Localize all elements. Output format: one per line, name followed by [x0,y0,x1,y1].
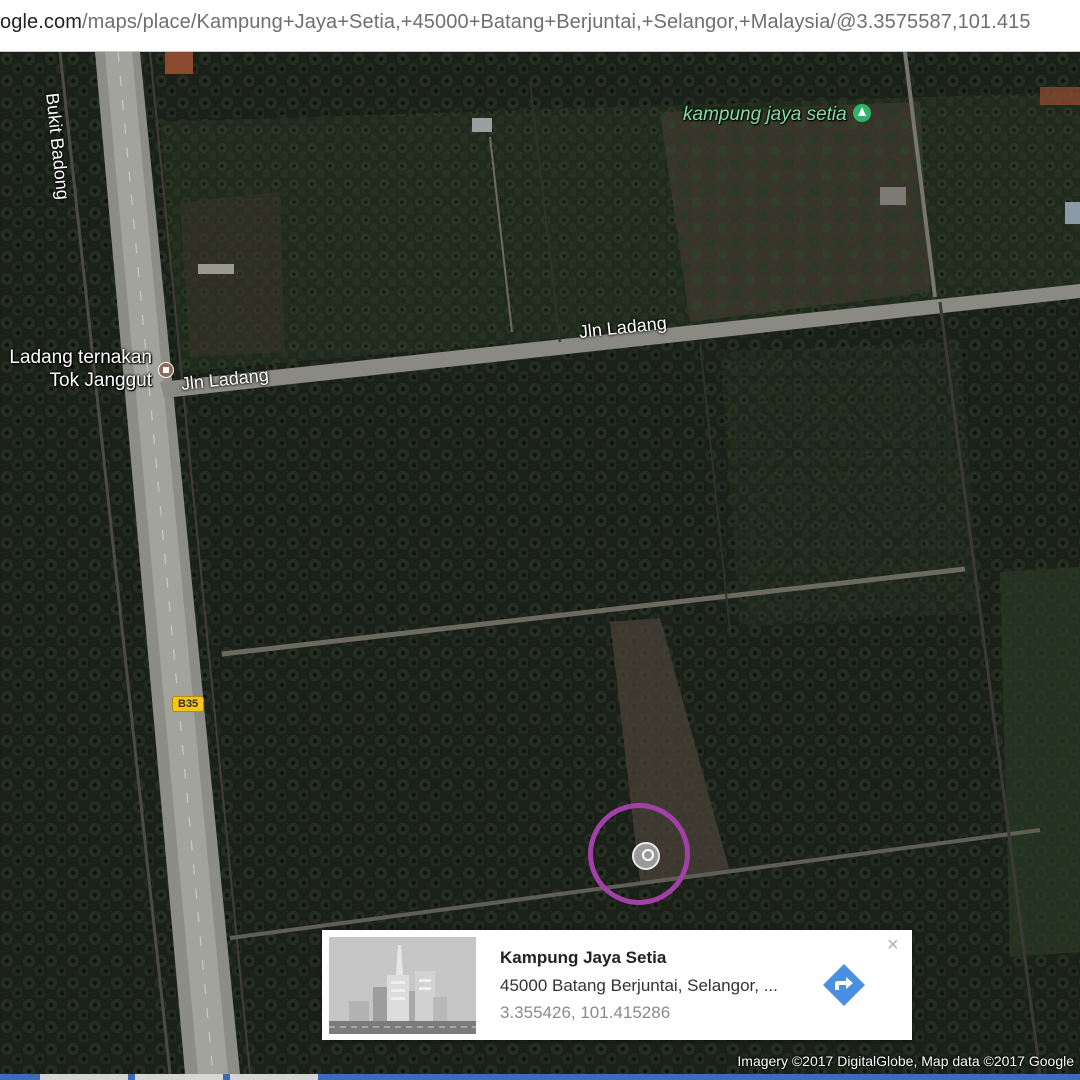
route-shield-b35: B35 [172,696,205,712]
poi-label-line2: Tok Janggut [49,370,152,391]
directions-button[interactable] [822,963,866,1007]
url-text[interactable]: ogle.com/maps/place/Kampung+Jaya+Setia,+… [0,11,1031,34]
village-label[interactable]: kampung jaya setia [683,104,871,126]
poi-label-line1: Ladang ternakan [9,347,152,368]
map-attribution: Imagery ©2017 DigitalGlobe, Map data ©20… [737,1053,1074,1069]
taskbar-button[interactable] [135,1074,223,1080]
place-card[interactable]: Kampung Jaya Setia 45000 Batang Berjunta… [322,930,912,1040]
satellite-map[interactable]: Bukit Badong Ladang ternakan Tok Janggut… [0,52,1080,1074]
url-host: ogle.com [0,11,82,33]
directions-icon [823,964,865,1006]
satellite-imagery [0,52,1080,1074]
place-coordinates[interactable]: 3.355426, 101.415286 [500,1003,670,1023]
village-label-text: kampung jaya setia [683,104,847,125]
park-icon [852,104,871,122]
address-bar[interactable]: ogle.com/maps/place/Kampung+Jaya+Setia,+… [0,0,1080,52]
place-address: 45000 Batang Berjuntai, Selangor, ... [500,976,778,995]
place-name: Kampung Jaya Setia [500,948,667,967]
farm-poi-icon[interactable] [158,362,174,378]
url-path: /maps/place/Kampung+Jaya+Setia,+45000+Ba… [81,11,1031,33]
taskbar-button[interactable] [40,1074,128,1080]
close-button[interactable]: × [887,934,899,957]
city-illustration-icon [329,937,476,1034]
poi-label[interactable]: Ladang ternakan Tok Janggut [9,346,152,392]
taskbar-button[interactable] [230,1074,318,1080]
place-thumbnail[interactable] [329,937,476,1034]
location-pin-icon[interactable] [632,842,660,870]
